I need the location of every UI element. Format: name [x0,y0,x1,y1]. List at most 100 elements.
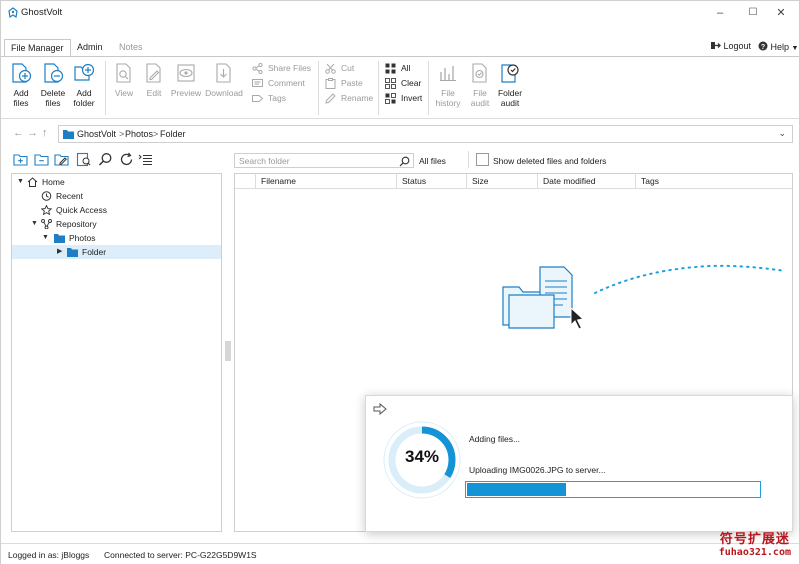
preview-button[interactable]: Preview [170,62,202,98]
maximize-button[interactable]: ☐ [741,4,765,22]
share-files-button[interactable]: Share Files [252,62,311,74]
tree-label: Folder [82,247,107,257]
help-menu[interactable]: ? Help ▼ [758,41,798,52]
tab-admin[interactable]: Admin [71,39,109,57]
column-status[interactable]: Status [396,174,468,188]
refresh-icon[interactable] [119,152,134,167]
breadcrumb-photos[interactable]: Photos [125,129,153,139]
tree-label: Home [42,177,65,187]
search-placeholder: Search folder [239,156,290,166]
watermark-title: 符号扩展迷 [719,532,790,547]
rename-button[interactable]: Rename [325,92,373,104]
cut-label: Cut [341,63,355,73]
ghostvolt-logo-icon [8,7,18,19]
folder-audit-label: Folder audit [497,88,523,108]
download-icon [216,63,231,83]
tree-item-repository[interactable]: ▼ Repository [12,217,221,231]
view-button[interactable]: View [111,62,137,98]
add-folder-button[interactable]: Add folder [70,62,98,108]
tab-notes[interactable]: Notes [113,39,149,57]
clear-selection-label: Clear [401,78,422,88]
connection-text: Connected to server: PC-G22G5D9W1S [104,550,257,560]
select-all-button[interactable]: All [385,62,410,74]
forward-arrow-icon[interactable]: → [27,127,38,139]
comment-button[interactable]: Comment [252,77,305,89]
address-bar[interactable]: GhostVolt > Photos > Folder ⌄ [58,125,793,143]
tab-file-manager[interactable]: File Manager [4,39,71,57]
close-button[interactable]: ✕ [769,4,793,22]
tree-item-photos[interactable]: ▼ Photos [12,231,221,245]
column-filename[interactable]: Filename [255,174,397,188]
clear-selection-icon [385,78,396,89]
logout-button[interactable]: Logout [711,41,751,51]
back-arrow-icon[interactable]: ← [13,127,24,139]
preview-label: Preview [170,88,202,98]
tags-button[interactable]: Tags [252,92,286,104]
add-folder-label: Add folder [73,88,95,108]
scissors-icon [325,63,336,74]
add-files-label: Add files [13,88,29,108]
tree-item-recent[interactable]: Recent [12,189,221,203]
search-icon[interactable] [399,156,410,167]
upload-progress-panel: 34% Adding files... Uploading IMG0026.JP… [365,395,793,532]
svg-text:?: ? [761,44,765,51]
delete-file-icon [44,63,64,83]
edit-icon [146,63,161,83]
search-input[interactable]: Search folder [234,153,414,168]
share-files-label: Share Files [268,63,311,73]
dropdown-chevron-icon[interactable]: ⌄ [778,128,786,139]
show-deleted-label: Show deleted files and folders [493,156,607,166]
upload-file-line: Uploading IMG0026.JPG to server... [469,465,606,475]
rename-folder-icon[interactable] [54,152,69,167]
edit-button[interactable]: Edit [141,62,167,98]
remove-folder-icon[interactable] [34,152,49,167]
folder-audit-icon [501,64,519,83]
sort-list-icon[interactable] [138,152,153,167]
minimize-button[interactable]: – [708,4,732,22]
search-scope[interactable]: All files [419,156,446,166]
column-date-modified[interactable]: Date modified [537,174,637,188]
column-size[interactable]: Size [466,174,538,188]
edit-label: Edit [146,88,162,98]
search-icon[interactable] [98,152,113,167]
folder-audit-button[interactable]: Folder audit [495,62,525,108]
file-audit-button[interactable]: File audit [466,62,494,108]
clear-selection-button[interactable]: Clear [385,77,421,89]
tree-item-folder[interactable]: ▶ Folder [12,245,221,259]
invert-selection-button[interactable]: Invert [385,92,422,104]
add-folder-icon [74,63,95,81]
tree-item-home[interactable]: ▼ Home [12,175,221,189]
arrow-right-outline-icon[interactable] [373,403,387,415]
expand-arrow-icon[interactable]: ▼ [42,231,49,245]
up-arrow-icon[interactable]: ↑ [42,127,48,139]
tree-label: Quick Access [56,205,108,215]
repository-icon [41,219,52,229]
show-deleted-checkbox[interactable] [476,153,489,166]
cut-button[interactable]: Cut [325,62,354,74]
download-button[interactable]: Download [204,62,244,98]
expand-arrow-icon[interactable]: ▶ [57,245,62,259]
breadcrumb-folder[interactable]: Folder [160,129,186,139]
window-title: GhostVolt [21,7,63,18]
logout-label: Logout [723,41,752,51]
watermark-url: fuhao321.com [718,547,791,558]
add-files-button[interactable]: Add files [7,62,35,108]
delete-files-button[interactable]: Delete files [38,62,68,108]
expand-arrow-icon[interactable]: ▼ [31,217,38,231]
breadcrumb-ghostvolt[interactable]: GhostVolt [77,129,116,139]
preview-icon [177,64,195,82]
pane-splitter-handle[interactable] [224,341,232,361]
toolbar-divider [468,151,469,168]
ribbon-toolbar: Add files Delete files Add folder View E… [1,57,799,119]
chevron-down-icon: ▼ [791,45,799,52]
folder-details-icon[interactable] [76,152,91,167]
folder-icon [63,130,74,139]
tree-item-quick-access[interactable]: Quick Access [12,203,221,217]
tag-icon [252,95,263,102]
paste-button[interactable]: Paste [325,77,363,89]
expand-arrow-icon[interactable]: ▼ [17,175,24,189]
file-history-button[interactable]: File history [433,62,463,108]
new-folder-icon[interactable] [13,152,28,167]
column-tags[interactable]: Tags [635,174,793,188]
upload-progress-fill [467,483,567,496]
